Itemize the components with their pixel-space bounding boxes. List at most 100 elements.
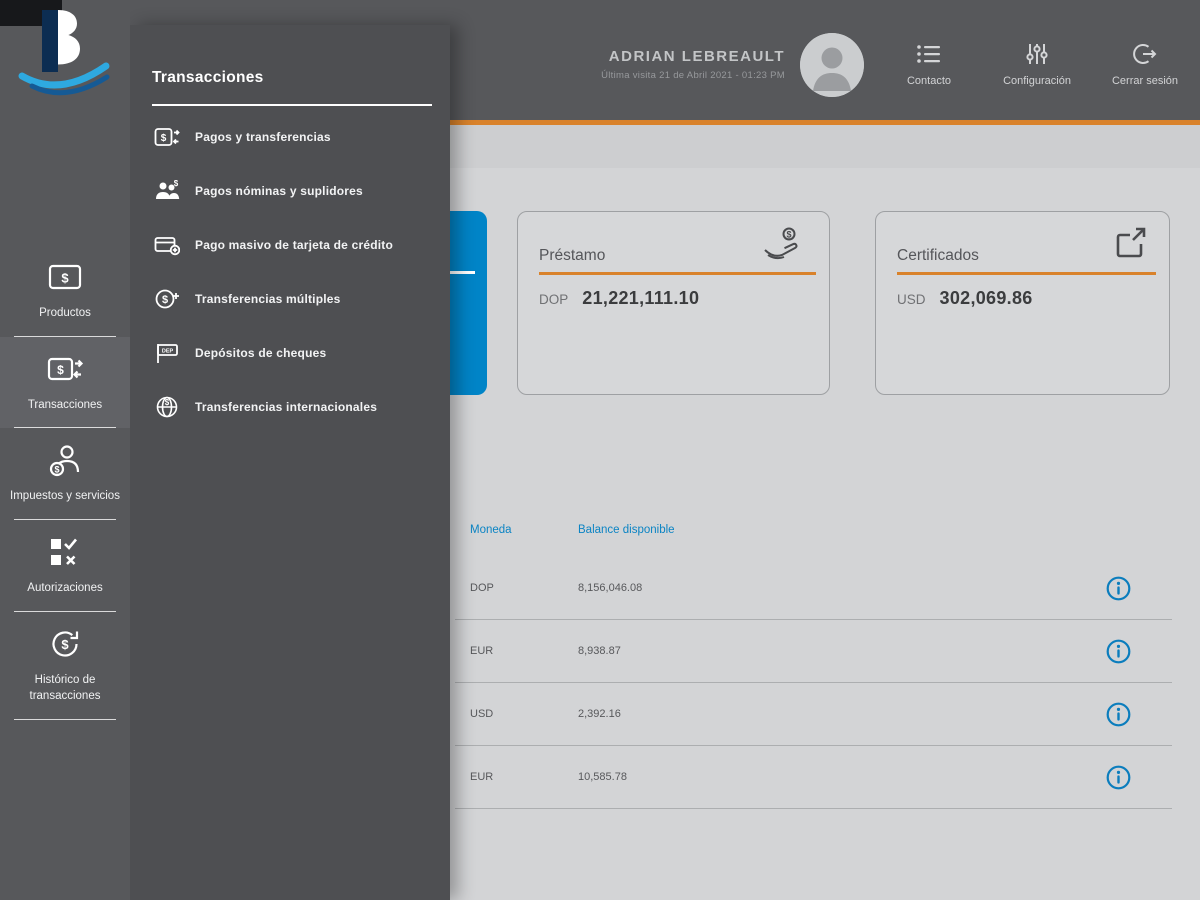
contact-label: Contacto	[906, 75, 952, 87]
submenu-item-label: Depósitos de cheques	[195, 346, 327, 360]
check-deposit-icon: DEP	[153, 341, 180, 365]
submenu-item-depositos-cheques[interactable]: DEP Depósitos de cheques	[130, 326, 450, 380]
contact-button[interactable]: Contacto	[888, 42, 970, 87]
sidebar-item-impuestos-servicios[interactable]: $ Impuestos y servicios	[0, 428, 130, 520]
card-accent-underline	[897, 272, 1156, 275]
avatar	[800, 33, 864, 97]
row-currency: DOP	[470, 582, 494, 594]
sidebar-item-label: Transacciones	[27, 398, 103, 411]
sidebar-item-productos[interactable]: $ Productos	[0, 245, 130, 337]
submenu-underline	[152, 104, 432, 106]
card-amount-row: DOP 21,221,111.10	[539, 288, 699, 309]
submenu-item-transferencias-internacionales[interactable]: $ Transferencias internacionales	[130, 380, 450, 434]
submenu-item-nominas-suplidores[interactable]: $ Pagos nóminas y suplidores	[130, 164, 450, 218]
certificates-card[interactable]: Certificados USD 302,069.86	[875, 211, 1170, 395]
submenu-item-label: Pagos y transferencias	[195, 130, 331, 144]
svg-text:$: $	[160, 133, 166, 144]
last-visit-text: Última visita 21 de Abril 2021 - 01:23 P…	[601, 70, 785, 81]
sidebar-item-label: Productos	[39, 307, 91, 319]
info-icon[interactable]	[1106, 639, 1131, 664]
svg-text:$: $	[57, 363, 64, 377]
transaction-history-icon: $	[6, 625, 124, 663]
sidebar-item-transacciones[interactable]: $ Transacciones	[0, 336, 130, 429]
row-currency: EUR	[470, 771, 494, 783]
international-transfers-icon: $	[153, 395, 180, 419]
row-currency: EUR	[470, 645, 494, 657]
table-row[interactable]: EUR 8,938.87	[455, 620, 1172, 683]
sidebar-nav: $ Productos $ Transacciones $ Impuestos …	[0, 118, 130, 721]
sidebar-item-label: Histórico de transacciones	[29, 673, 101, 703]
svg-text:$: $	[61, 271, 69, 286]
card-currency: DOP	[539, 292, 569, 307]
sidebar-item-historico-transacciones[interactable]: $ Histórico de transacciones	[0, 612, 130, 721]
info-icon[interactable]	[1106, 765, 1131, 790]
card-amount-row: USD 302,069.86	[897, 288, 1033, 309]
submenu-item-pagos-transferencias[interactable]: $ Pagos y transferencias	[130, 110, 450, 164]
svg-text:$: $	[164, 398, 169, 407]
card-amount: 302,069.86	[939, 288, 1033, 308]
svg-text:DEP: DEP	[161, 349, 173, 355]
card-title: Préstamo	[539, 247, 606, 264]
card-currency: USD	[897, 292, 926, 307]
transactions-icon: $	[6, 350, 124, 388]
submenu-item-pago-masivo-tarjeta[interactable]: Pago masivo de tarjeta de crédito	[130, 218, 450, 272]
user-name: ADRIAN LEBREAULT	[608, 48, 785, 65]
row-balance: 10,585.78	[578, 771, 627, 783]
sidebar-item-label: Autorizaciones	[27, 582, 103, 595]
loan-hand-icon: $	[763, 225, 801, 266]
accounts-table: Moneda Balance disponible DOP 8,156,046.…	[455, 503, 1172, 809]
table-row[interactable]: USD 2,392.16	[455, 683, 1172, 746]
logout-button[interactable]: Cerrar sesión	[1104, 42, 1186, 87]
submenu-item-label: Pago masivo de tarjeta de crédito	[195, 238, 393, 252]
row-currency: USD	[470, 708, 494, 720]
products-icon: $	[6, 258, 124, 296]
table-header-row: Moneda Balance disponible	[455, 503, 1172, 557]
contact-list-icon	[916, 42, 942, 66]
svg-text:$: $	[786, 230, 791, 240]
info-icon[interactable]	[1106, 702, 1131, 727]
external-link-icon[interactable]	[1113, 227, 1147, 262]
row-balance: 2,392.16	[578, 708, 621, 720]
svg-text:$: $	[173, 179, 178, 188]
submenu-item-label: Pagos nóminas y suplidores	[195, 184, 363, 198]
header-actions: Contacto Configuración Cerrar sesión	[888, 42, 1186, 87]
svg-text:$: $	[54, 465, 59, 475]
submenu-item-label: Transferencias múltiples	[195, 292, 341, 306]
settings-label: Configuración	[1003, 75, 1071, 87]
table-row[interactable]: EUR 10,585.78	[455, 746, 1172, 809]
payments-transfers-icon: $	[153, 125, 180, 149]
submenu-item-label: Transferencias internacionales	[195, 400, 378, 414]
table-row[interactable]: DOP 8,156,046.08	[455, 557, 1172, 620]
column-header-balance[interactable]: Balance disponible	[578, 524, 1094, 536]
authorizations-icon	[6, 533, 124, 571]
submenu-title: Transacciones	[152, 69, 264, 86]
credit-card-bulk-icon	[153, 233, 180, 257]
svg-text:$: $	[161, 294, 167, 306]
row-balance: 8,156,046.08	[578, 582, 643, 594]
user-block: ADRIAN LEBREAULT Última visita 21 de Abr…	[601, 48, 785, 81]
avatar-silhouette-icon	[800, 33, 864, 97]
settings-sliders-icon	[1025, 42, 1049, 66]
brand-logo	[0, 0, 130, 118]
column-header-moneda[interactable]: Moneda	[470, 524, 578, 536]
info-icon[interactable]	[1106, 576, 1131, 601]
sidebar-item-autorizaciones[interactable]: Autorizaciones	[0, 520, 130, 612]
settings-button[interactable]: Configuración	[996, 42, 1078, 87]
sidebar-item-label: Impuestos y servicios	[10, 490, 120, 503]
transactions-submenu-panel: Transacciones $ Pagos y transferencias $…	[130, 25, 450, 900]
multiple-transfers-icon: $	[153, 287, 180, 311]
row-balance: 8,938.87	[578, 645, 621, 657]
logout-icon	[1133, 42, 1157, 66]
taxes-services-icon: $	[6, 441, 124, 479]
card-accent-underline	[539, 272, 816, 275]
card-amount: 21,221,111.10	[582, 288, 700, 308]
main-sidebar: $ Productos $ Transacciones $ Impuestos …	[0, 0, 130, 900]
submenu-item-transferencias-multiples[interactable]: $ Transferencias múltiples	[130, 272, 450, 326]
logout-label: Cerrar sesión	[1111, 75, 1179, 87]
loan-card[interactable]: Préstamo $ DOP 21,221,111.10	[517, 211, 830, 395]
submenu-list: $ Pagos y transferencias $ Pagos nóminas…	[130, 110, 450, 434]
payroll-suppliers-icon: $	[153, 179, 180, 203]
banreservas-b-logo-icon	[18, 10, 110, 96]
svg-text:$: $	[61, 637, 69, 652]
card-title: Certificados	[897, 247, 979, 264]
